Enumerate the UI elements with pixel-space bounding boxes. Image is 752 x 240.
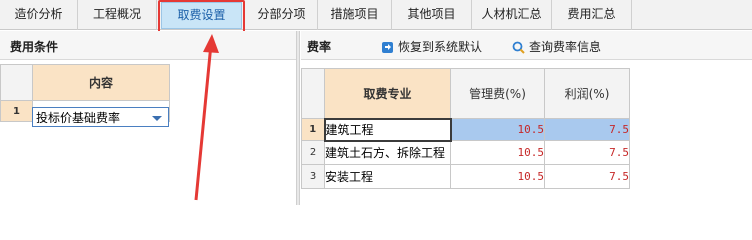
fee-category-cell[interactable]: 安装工程 [324, 164, 451, 189]
tab-project-overview[interactable]: 工程概况 [78, 0, 157, 30]
management-fee-cell[interactable]: 10.5 [450, 140, 545, 165]
table-row[interactable]: 1 建筑工程 10.5 7.5 [301, 117, 630, 142]
fee-category-cell[interactable]: 建筑工程 [323, 117, 452, 142]
profit-cell[interactable]: 7.5 [544, 118, 630, 141]
table-row[interactable]: 3 安装工程 10.5 7.5 [301, 164, 630, 189]
row-number: 1 [0, 100, 33, 122]
fee-conditions-title: 费用条件 [10, 40, 59, 54]
tab-fee-summary[interactable]: 费用汇总 [552, 0, 632, 30]
tab-measures[interactable]: 措施项目 [318, 0, 392, 30]
corner-cell [0, 64, 33, 101]
restore-default-label: 恢复到系统默认 [398, 40, 483, 54]
fee-category-cell[interactable]: 建筑土石方、拆除工程 [324, 140, 451, 165]
tab-bar: 造价分析 工程概况 取费设置 分部分项 措施项目 其他项目 人材机汇总 费用汇总 [0, 0, 752, 30]
row-number: 1 [301, 118, 325, 141]
corner-cell [301, 68, 325, 119]
fee-basis-dropdown[interactable]: 投标价基础费率 [32, 107, 169, 127]
tab-labor-material-summary[interactable]: 人材机汇总 [472, 0, 552, 30]
row-number: 2 [301, 140, 325, 165]
tab-other-items[interactable]: 其他项目 [392, 0, 472, 30]
query-rate-info-button[interactable]: 查询费率信息 [512, 38, 601, 55]
management-fee-cell[interactable]: 10.5 [450, 118, 545, 141]
profit-cell[interactable]: 7.5 [544, 164, 630, 189]
right-panel-header: 费率 恢复到系统默认 查询费率信息 [301, 31, 752, 60]
management-fee-cell[interactable]: 10.5 [450, 164, 545, 189]
profit-cell[interactable]: 7.5 [544, 140, 630, 165]
restore-default-button[interactable]: 恢复到系统默认 [381, 38, 482, 55]
annotation-highlight-box [158, 0, 245, 34]
table-row[interactable]: 2 建筑土石方、拆除工程 10.5 7.5 [301, 140, 630, 165]
chevron-down-icon[interactable] [152, 116, 162, 121]
query-rate-info-label: 查询费率信息 [529, 40, 602, 54]
search-icon [512, 41, 525, 54]
column-header-profit: 利润(%) [544, 68, 630, 119]
left-panel-header: 费用条件 [0, 31, 296, 60]
column-header-fee-category: 取费专业 [324, 68, 451, 119]
fee-basis-selected-value: 投标价基础费率 [36, 111, 121, 125]
tab-cost-analysis[interactable]: 造价分析 [0, 0, 78, 30]
column-header-management-fee: 管理费(%) [450, 68, 545, 119]
rate-title: 费率 [307, 40, 332, 54]
rate-table: 取费专业 管理费(%) 利润(%) 1 建筑工程 10.5 7.5 2 建筑土石… [301, 68, 630, 189]
row-number: 3 [301, 164, 325, 189]
column-header-content: 内容 [32, 64, 170, 101]
restore-icon [382, 42, 393, 53]
tab-sub-items[interactable]: 分部分项 [246, 0, 318, 30]
panel-splitter[interactable] [296, 31, 300, 205]
